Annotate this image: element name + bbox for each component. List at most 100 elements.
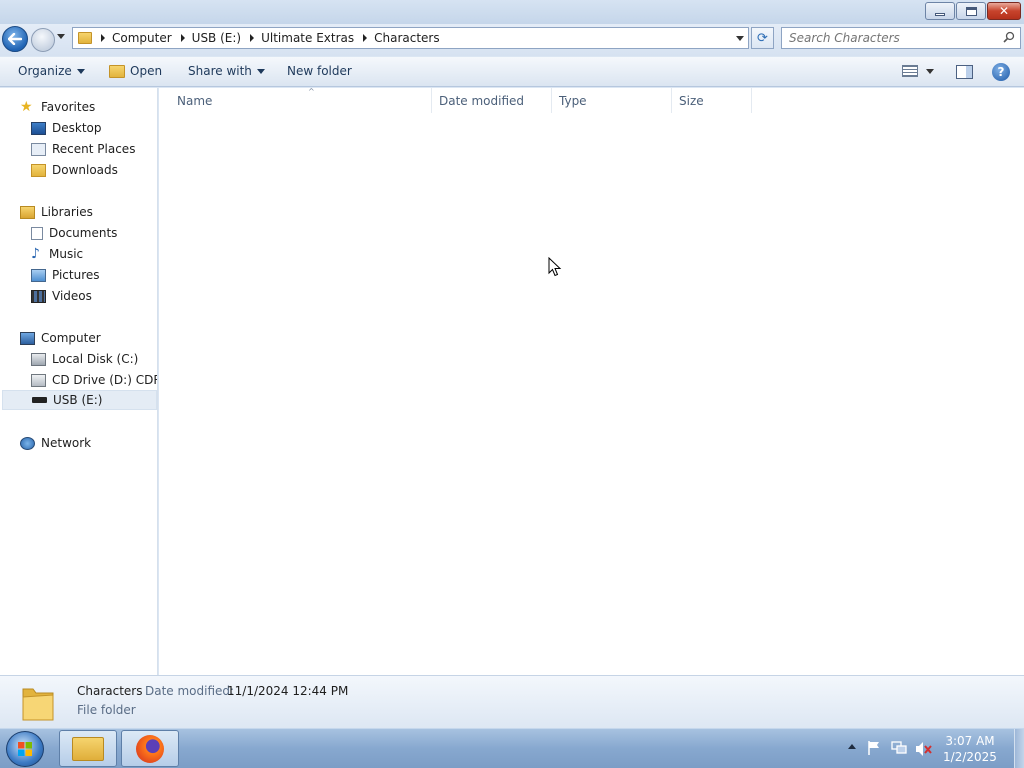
close-button[interactable]: ✕ — [987, 2, 1021, 20]
sidebar-item-cd-drive[interactable]: CD Drive (D:) CDROM — [31, 370, 157, 390]
recent-pages-dropdown[interactable] — [57, 34, 67, 44]
downloads-icon — [31, 163, 46, 177]
volume-muted-icon[interactable] — [915, 741, 933, 757]
breadcrumb-separator-icon[interactable] — [250, 34, 255, 42]
minimize-button[interactable] — [925, 2, 955, 20]
address-history-dropdown[interactable] — [736, 36, 744, 41]
change-view-button[interactable] — [902, 65, 934, 77]
close-icon: ✕ — [998, 4, 1010, 18]
hard-disk-icon — [31, 352, 46, 366]
system-tray: 3:07 AM 1/2/2025 — [842, 729, 1024, 768]
breadcrumb-separator-icon[interactable] — [101, 34, 105, 42]
command-bar: Organize Open Share with New folder ? — [0, 57, 1024, 87]
show-hidden-icons-icon[interactable] — [848, 744, 856, 749]
search-icon[interactable] — [1003, 31, 1015, 43]
new-folder-button[interactable]: New folder — [287, 64, 352, 78]
music-icon: ♪ — [31, 245, 40, 262]
back-arrow-icon — [8, 33, 22, 45]
forward-button[interactable] — [31, 28, 55, 52]
breadcrumb-characters[interactable]: Characters — [374, 31, 440, 45]
explorer-window: ✕ Computer USB (E:) Ultimate Extras Char… — [0, 0, 1024, 728]
windows-explorer-icon — [72, 736, 104, 761]
sidebar-item-label: Desktop — [52, 121, 102, 135]
action-center-flag-icon[interactable] — [867, 740, 881, 756]
help-icon: ? — [997, 65, 1005, 79]
sidebar-item-recent-places[interactable]: Recent Places — [31, 139, 135, 159]
title-bar[interactable]: ✕ — [0, 0, 1024, 24]
start-button[interactable] — [6, 731, 44, 767]
cd-drive-icon — [31, 373, 46, 387]
share-with-menu[interactable]: Share with — [188, 64, 265, 78]
star-icon: ★ — [20, 98, 33, 115]
sidebar-item-label: Favorites — [41, 100, 96, 114]
column-header-size[interactable]: Size — [672, 88, 752, 113]
sidebar-item-label: Videos — [52, 289, 92, 303]
share-with-label: Share with — [188, 64, 252, 78]
restore-button[interactable] — [956, 2, 986, 20]
sidebar-item-network[interactable]: Network — [20, 433, 91, 453]
breadcrumb-separator-icon[interactable] — [363, 34, 368, 42]
column-header-date-modified[interactable]: Date modified — [432, 88, 552, 113]
search-input[interactable] — [782, 28, 997, 48]
organize-menu[interactable]: Organize — [18, 64, 85, 78]
sidebar-item-music[interactable]: ♪ Music — [31, 244, 83, 264]
organize-label: Organize — [18, 64, 72, 78]
restore-icon — [965, 6, 977, 16]
column-header-label: Size — [679, 93, 704, 108]
sidebar-item-favorites[interactable]: ★ Favorites — [20, 97, 95, 117]
breadcrumb-separator-icon[interactable] — [180, 34, 185, 42]
network-icon — [20, 436, 35, 450]
sidebar-item-label: USB (E:) — [53, 393, 103, 407]
taskbar: 3:07 AM 1/2/2025 — [0, 728, 1024, 768]
new-folder-label: New folder — [287, 64, 352, 78]
open-folder-icon — [109, 64, 125, 78]
clock-time[interactable]: 3:07 AM — [940, 734, 1000, 748]
windows-logo-icon — [18, 742, 32, 756]
back-button[interactable] — [2, 26, 28, 52]
selected-item-name: Characters — [77, 684, 143, 698]
sidebar-item-downloads[interactable]: Downloads — [31, 160, 118, 180]
folder-icon — [22, 688, 54, 721]
details-pane: Characters Date modified: 11/1/2024 12:4… — [0, 675, 1024, 728]
address-bar[interactable]: Computer USB (E:) Ultimate Extras Charac… — [72, 27, 749, 49]
column-header-type[interactable]: Type — [552, 88, 672, 113]
sidebar-item-label: Music — [49, 247, 84, 261]
network-status-icon[interactable] — [891, 741, 907, 755]
chevron-down-icon — [256, 68, 265, 74]
clock-date[interactable]: 1/2/2025 — [940, 750, 1000, 764]
show-desktop-button[interactable] — [1014, 729, 1024, 768]
sidebar-item-pictures[interactable]: Pictures — [31, 265, 100, 285]
date-modified-value: 11/1/2024 12:44 PM — [227, 684, 349, 698]
details-view-icon — [902, 65, 918, 77]
sidebar-item-label: Computer — [41, 331, 101, 345]
mouse-cursor-icon — [548, 257, 562, 277]
chevron-down-icon — [926, 68, 934, 74]
sidebar-item-libraries[interactable]: Libraries — [20, 202, 93, 222]
sidebar-item-local-disk[interactable]: Local Disk (C:) — [31, 349, 138, 369]
taskbar-firefox[interactable] — [121, 730, 179, 767]
breadcrumb-ultimate-extras[interactable]: Ultimate Extras — [261, 31, 354, 45]
sidebar-item-label: CD Drive (D:) CDROM — [52, 373, 157, 387]
preview-pane-button[interactable] — [956, 65, 973, 79]
breadcrumb-usb[interactable]: USB (E:) — [192, 31, 241, 45]
open-button[interactable]: Open — [109, 64, 162, 78]
search-box[interactable] — [781, 27, 1021, 49]
refresh-icon: ⟳ — [757, 30, 768, 46]
navigation-pane: ★ Favorites Desktop Recent Places Downlo… — [0, 88, 158, 675]
breadcrumb-computer[interactable]: Computer — [112, 31, 172, 45]
sidebar-item-computer[interactable]: Computer — [20, 328, 101, 348]
sidebar-item-label: Pictures — [52, 268, 100, 282]
sidebar-item-usb[interactable]: USB (E:) — [2, 390, 157, 410]
file-list[interactable]: Name ^ Date modified Type Size — [159, 87, 1024, 675]
sidebar-item-label: Local Disk (C:) — [52, 352, 139, 366]
column-header-name[interactable]: Name ^ — [170, 87, 432, 113]
date-modified-label: Date modified: — [145, 684, 235, 698]
sidebar-item-desktop[interactable]: Desktop — [31, 118, 102, 138]
sidebar-item-videos[interactable]: Videos — [31, 286, 92, 306]
videos-icon — [31, 289, 46, 303]
desktop-icon — [31, 121, 46, 135]
help-button[interactable]: ? — [992, 63, 1010, 81]
refresh-button[interactable]: ⟳ — [751, 27, 774, 49]
taskbar-windows-explorer[interactable] — [59, 730, 117, 767]
sidebar-item-documents[interactable]: Documents — [31, 223, 117, 243]
